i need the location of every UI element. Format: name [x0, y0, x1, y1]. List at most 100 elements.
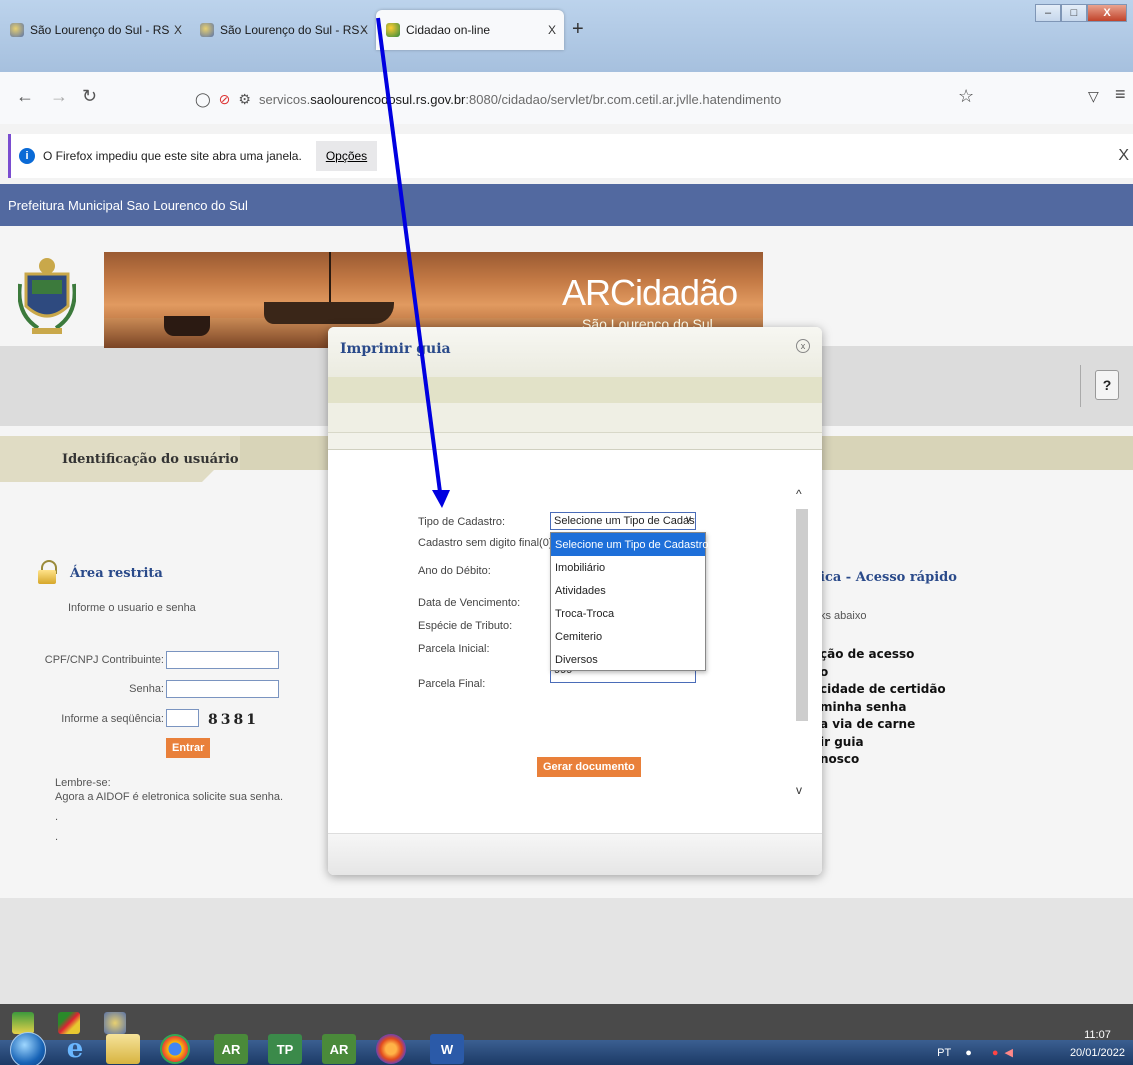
option[interactable]: Troca-Troca	[551, 602, 705, 625]
help-button[interactable]: ?	[1080, 365, 1119, 407]
option[interactable]: Atividades	[551, 579, 705, 602]
minimize-button[interactable]: –	[1035, 4, 1061, 22]
firefox-icon[interactable]	[376, 1034, 406, 1064]
tab-close-icon[interactable]: X	[174, 23, 182, 37]
page-header: Prefeitura Municipal Sao Lourenco do Sul	[0, 184, 1133, 226]
scroll-down-icon[interactable]: v	[796, 783, 802, 797]
quick-access-links: ção de acesso o cidade de certidão minha…	[820, 646, 946, 769]
cpf-input[interactable]	[166, 651, 279, 669]
tab-sao-lourenco[interactable]: São Lourenço do Sul - RS X	[0, 10, 190, 50]
chevron-down-icon: v	[686, 514, 691, 525]
insecure-lock-icon[interactable]: ⊘	[219, 91, 231, 108]
taskbar-app[interactable]: TP	[268, 1034, 302, 1064]
quick-link[interactable]: ção de acesso	[820, 646, 946, 664]
back-arrow-icon[interactable]: ←	[16, 86, 34, 107]
cpf-label: CPF/CNPJ Contribuinte:	[44, 654, 164, 666]
language-indicator[interactable]: PT	[937, 1047, 951, 1059]
quick-access-title: ica - Acesso rápido	[820, 570, 957, 585]
option[interactable]: Imobiliário	[551, 556, 705, 579]
option[interactable]: Diversos	[551, 648, 705, 671]
parcela-final-label: Parcela Final:	[418, 678, 486, 690]
dialog-scrollbar[interactable]: ^ v	[794, 487, 808, 797]
permissions-icon[interactable]: ⚙	[238, 91, 251, 108]
forward-arrow-icon[interactable]: →	[50, 86, 68, 107]
tipo-cadastro-options: Selecione um Tipo de Cadastro Imobiliári…	[550, 532, 708, 671]
shield-icon[interactable]: ◯	[195, 91, 211, 108]
address-bar[interactable]: ◯ ⊘ ⚙ servicos. saolourencodosul.rs.gov.b…	[195, 84, 995, 114]
quick-link[interactable]: ir guia	[820, 734, 946, 752]
dot: .	[55, 811, 59, 823]
rs-flag-icon[interactable]	[58, 1012, 80, 1034]
dialog-footer	[328, 833, 822, 875]
browser-tab-bar: São Lourenço do Sul - RS X São Lourenço …	[0, 0, 1133, 72]
security-icon[interactable]: ●	[992, 1047, 999, 1059]
quick-link[interactable]: a via de carne	[820, 716, 946, 734]
vencimento-label: Data de Vencimento:	[418, 597, 521, 609]
window-controls: – □ X	[1035, 4, 1127, 22]
word-icon[interactable]: W	[430, 1034, 464, 1064]
reminder-text: Lembre-se: Agora a AIDOF é eletronica so…	[55, 776, 283, 844]
quick-link[interactable]: o	[820, 664, 946, 682]
parcela-inicial-label: Parcela Inicial:	[418, 643, 490, 655]
lock-icon	[38, 560, 57, 584]
options-button[interactable]: Opções	[315, 141, 378, 171]
notification-message: O Firefox impediu que este site abra uma…	[43, 149, 302, 163]
quick-link[interactable]: nosco	[820, 751, 946, 769]
crest-favicon-icon	[10, 23, 24, 37]
tipo-cadastro-select[interactable]: Selecione um Tipo de Cadastr v	[550, 512, 696, 530]
tab-cidadao-online[interactable]: Cidadao on-line X	[376, 10, 564, 50]
tab-label: São Lourenço do Sul - RS - Aten	[220, 23, 366, 37]
option[interactable]: Cemiterio	[551, 625, 705, 648]
generate-document-button[interactable]: Gerar documento	[537, 757, 641, 777]
scroll-thumb[interactable]	[796, 509, 808, 721]
start-button[interactable]	[10, 1032, 46, 1065]
hamburger-menu-icon[interactable]: ≡	[1115, 84, 1126, 105]
bookmark-star-icon[interactable]: ☆	[958, 86, 974, 107]
tab-close-icon[interactable]: X	[360, 23, 368, 37]
municipal-crest-logo	[18, 258, 76, 334]
info-icon: i	[19, 148, 35, 164]
reminder-title: Lembre-se:	[55, 777, 111, 789]
taskbar-app[interactable]: AR	[214, 1034, 248, 1064]
identification-title: Identificação do usuário	[0, 436, 240, 482]
notification-close-icon[interactable]: X	[1118, 147, 1129, 165]
sequence-input[interactable]	[166, 709, 199, 727]
dialog-header: Imprimir guia x	[328, 327, 822, 377]
url-host: saolourencodosul.rs.gov.br	[310, 91, 466, 107]
maximize-button[interactable]: □	[1061, 4, 1087, 22]
reminder-body: Agora a AIDOF é eletronica solicite sua …	[55, 791, 284, 803]
senha-label: Senha:	[129, 683, 164, 695]
quick-link[interactable]: minha senha	[820, 699, 946, 717]
tab-close-icon[interactable]: X	[548, 23, 556, 37]
pocket-icon[interactable]: ▽	[1088, 88, 1099, 105]
brazil-flag-icon[interactable]	[12, 1012, 34, 1034]
scroll-up-icon[interactable]: ^	[796, 487, 802, 501]
tab-label: São Lourenço do Sul - RS	[30, 23, 170, 37]
restricted-area-subtitle: Informe o usuario e senha	[68, 602, 196, 614]
clock-time: 11:07	[1084, 1029, 1111, 1041]
page-header-title: Prefeitura Municipal Sao Lourenco do Sul	[8, 197, 248, 213]
chrome-icon[interactable]	[160, 1034, 190, 1064]
dialog-close-icon[interactable]: x	[796, 339, 810, 353]
close-window-button[interactable]: X	[1087, 4, 1127, 22]
volume-icon[interactable]: ◀	[1005, 1046, 1013, 1059]
restricted-area-title: Área restrita	[70, 566, 163, 581]
taskbar-app[interactable]: AR	[322, 1034, 356, 1064]
quick-link[interactable]: cidade de certidão	[820, 681, 946, 699]
crest-icon[interactable]	[104, 1012, 126, 1034]
new-tab-button[interactable]: +	[572, 18, 584, 41]
tab-sao-lourenco-atendimento[interactable]: São Lourenço do Sul - RS - Aten X	[190, 10, 376, 50]
dialog-title: Imprimir guia	[340, 341, 451, 357]
option[interactable]: Selecione um Tipo de Cadastro	[551, 533, 708, 556]
network-icon[interactable]: ●	[965, 1047, 972, 1059]
entrar-button[interactable]: Entrar	[166, 738, 211, 758]
internet-explorer-icon[interactable]: e	[58, 1034, 92, 1064]
system-clock[interactable]: 11:07 20/01/2022	[1070, 1026, 1125, 1062]
url-path: :8080/cidadao/servlet/br.com.cetil.ar.jv…	[465, 91, 782, 107]
tab-label: Cidadao on-line	[406, 23, 491, 37]
password-input[interactable]	[166, 680, 279, 698]
boat-silhouette	[164, 316, 210, 336]
reload-icon[interactable]: ↻	[82, 86, 97, 107]
captcha-sequence: 8381	[208, 712, 259, 728]
file-explorer-icon[interactable]	[106, 1034, 140, 1064]
